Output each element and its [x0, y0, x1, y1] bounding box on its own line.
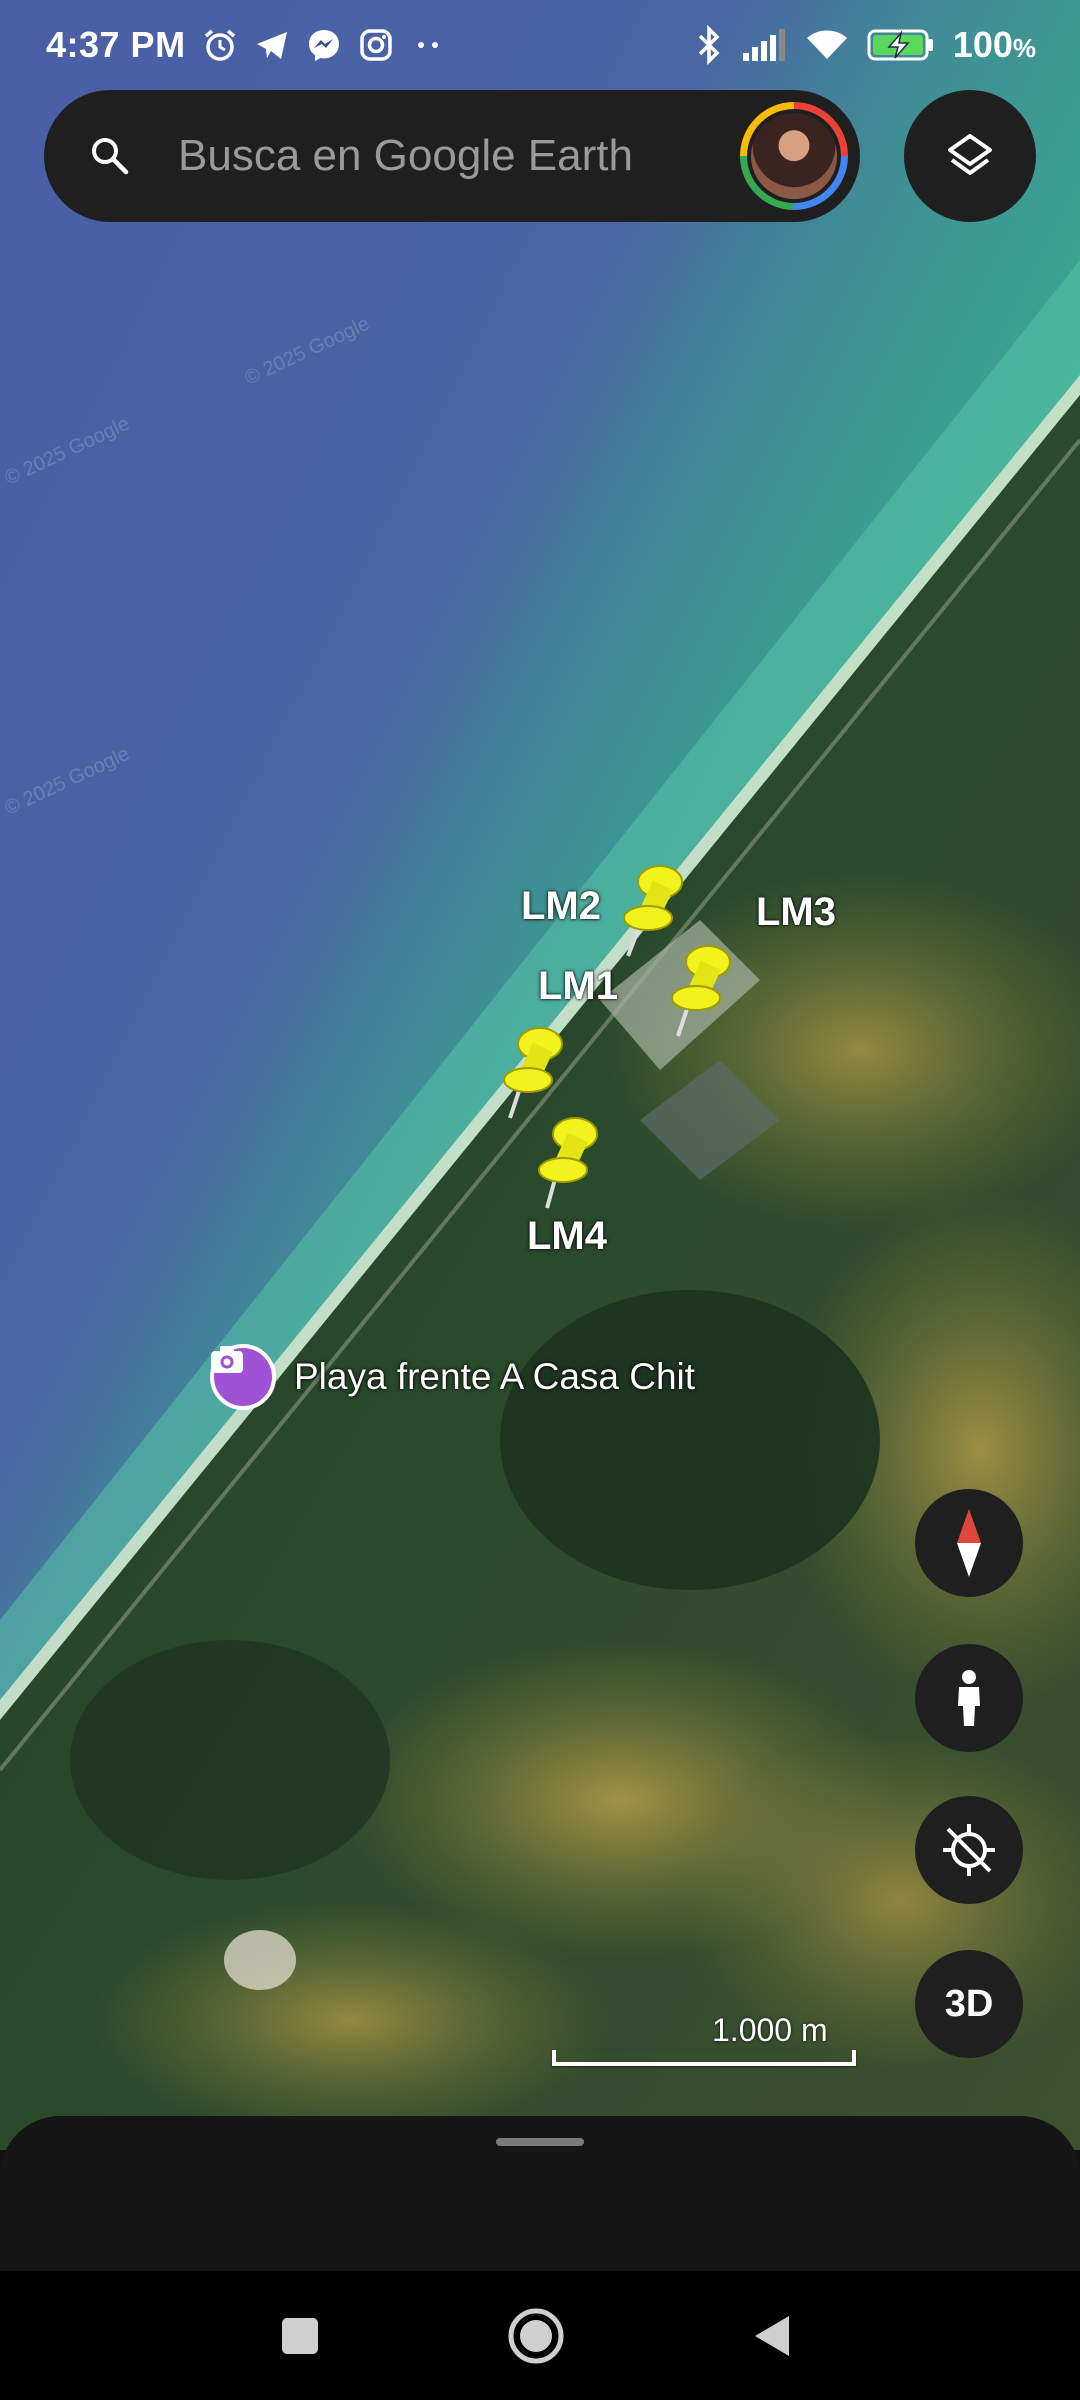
back-triangle-icon: [755, 2315, 789, 2356]
system-nav-bar: [0, 2271, 1080, 2400]
battery-charging-icon: [867, 29, 933, 61]
bluetooth-icon: [698, 25, 720, 65]
photo-camera-icon[interactable]: [210, 1344, 276, 1410]
poi-label[interactable]: Playa frente A Casa Chit: [294, 1356, 695, 1398]
compass-button[interactable]: [915, 1489, 1023, 1597]
placemark-label-lm1[interactable]: LM1: [538, 964, 618, 1009]
my-location-button[interactable]: [915, 1796, 1023, 1904]
bottom-sheet-handle[interactable]: [496, 2138, 584, 2146]
status-bar: 4:37 PM 100%: [0, 0, 1080, 90]
instagram-icon: [359, 29, 392, 61]
layers-button[interactable]: [904, 90, 1036, 222]
more-dots-icon: [417, 42, 438, 48]
compass-icon: [957, 1509, 981, 1577]
wifi-icon: [806, 30, 847, 59]
search-bar[interactable]: Busca en Google Earth: [44, 90, 860, 222]
battery-unit: %: [1012, 33, 1036, 63]
satellite-map[interactable]: © 2025 Google © 2025 Google © 2025 Googl…: [0, 0, 1080, 2150]
layers-icon: [948, 134, 992, 175]
back-button[interactable]: [712, 2271, 832, 2400]
home-button[interactable]: [476, 2271, 596, 2400]
home-circle-icon: [508, 2308, 564, 2363]
alarm-icon: [204, 29, 235, 61]
poi-marker[interactable]: Playa frente A Casa Chit: [210, 1344, 695, 1410]
telegram-icon: [256, 32, 287, 59]
battery-percent: 100: [952, 24, 1013, 65]
yellow-pushpin-icon[interactable]: [535, 1112, 605, 1212]
bottom-sheet[interactable]: [0, 2116, 1080, 2271]
messenger-icon: [308, 30, 339, 61]
yellow-pushpin-icon[interactable]: [500, 1022, 570, 1122]
placemark-label-lm2[interactable]: LM2: [521, 884, 601, 929]
placemark-label-lm4[interactable]: LM4: [527, 1214, 607, 1259]
status-time: 4:37 PM: [46, 24, 186, 65]
avatar: [747, 109, 841, 203]
pegman-icon: [958, 1670, 980, 1726]
search-input[interactable]: Busca en Google Earth: [178, 131, 633, 181]
scale-bar: [552, 2050, 856, 2066]
yellow-pushpin-icon[interactable]: [668, 940, 738, 1040]
recents-button[interactable]: [240, 2271, 360, 2400]
location-disabled-icon: [943, 1824, 995, 1876]
signal-icon: [742, 29, 785, 61]
placemark-label-lm3[interactable]: LM3: [756, 890, 836, 935]
scale-label: 1.000 m: [712, 2012, 828, 2048]
view-3d-button[interactable]: 3D: [915, 1950, 1023, 2058]
street-view-button[interactable]: [915, 1644, 1023, 1752]
recents-square-icon: [282, 2317, 318, 2354]
account-avatar-button[interactable]: [740, 102, 848, 210]
search-icon[interactable]: [88, 134, 132, 178]
